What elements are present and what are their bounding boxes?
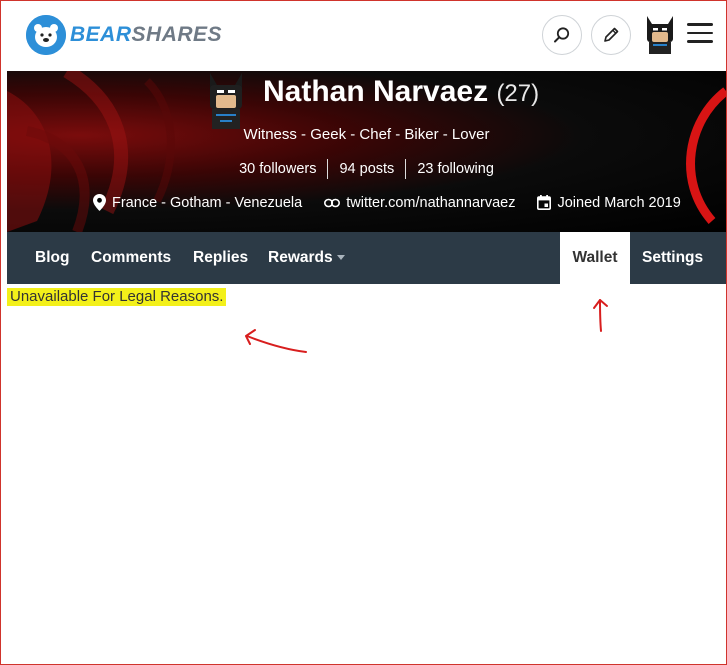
profile-name: Nathan Narvaez (27) (263, 75, 540, 108)
profile-about: Witness - Geek - Chef - Biker - Lover (243, 126, 490, 143)
hamburger-icon (687, 23, 713, 26)
profile-nav: Blog Comments Replies Rewards Wallet Set… (7, 232, 726, 284)
location-text: France - Gotham - Venezuela (112, 194, 303, 211)
profile-location: France - Gotham - Venezuela (93, 194, 302, 211)
profile-joined: Joined March 2019 (537, 194, 681, 211)
site-logo[interactable]: BEARSHARES (26, 15, 222, 55)
menu-button[interactable] (687, 23, 713, 45)
hamburger-bar (687, 40, 713, 43)
user-avatar[interactable] (641, 14, 679, 54)
website-link[interactable]: twitter.com/nathannarvaez (346, 195, 515, 211)
tab-blog[interactable]: Blog (35, 232, 69, 284)
profile-stats: 30 followers 94 posts 23 following (7, 159, 726, 179)
joined-text: Joined March 2019 (557, 194, 681, 211)
error-message: Unavailable For Legal Reasons. (7, 288, 227, 306)
pencil-icon (604, 27, 619, 42)
profile-avatar (202, 71, 250, 129)
edit-button[interactable] (591, 15, 631, 55)
top-bar: BEARSHARES (1, 1, 726, 71)
site-logo-text: BEARSHARES (70, 23, 223, 46)
tab-rewards-label: Rewards (268, 249, 333, 266)
hamburger-bar (687, 31, 713, 34)
followers-link[interactable]: 30 followers (228, 159, 329, 179)
bear-logo-icon (26, 15, 66, 55)
tab-wallet[interactable]: Wallet (560, 232, 630, 284)
tab-settings[interactable]: Settings (642, 232, 703, 284)
search-button[interactable] (542, 15, 582, 55)
location-pin-icon (93, 194, 106, 211)
tab-rewards[interactable]: Rewards (268, 232, 345, 284)
following-link[interactable]: 23 following (406, 159, 505, 179)
tab-replies[interactable]: Replies (193, 232, 248, 284)
profile-website[interactable]: twitter.com/nathannarvaez (324, 195, 515, 211)
link-icon (324, 198, 341, 207)
calendar-icon (537, 195, 552, 210)
tab-comments[interactable]: Comments (91, 232, 171, 284)
profile-meta: France - Gotham - Venezuela twitter.com/… (93, 194, 703, 211)
reputation-score: (27) (496, 80, 540, 107)
profile-cover: Nathan Narvaez (27) Witness - Geek - Che… (7, 71, 726, 232)
posts-link[interactable]: 94 posts (328, 159, 407, 179)
search-icon (554, 27, 570, 43)
caret-down-icon (336, 255, 345, 261)
